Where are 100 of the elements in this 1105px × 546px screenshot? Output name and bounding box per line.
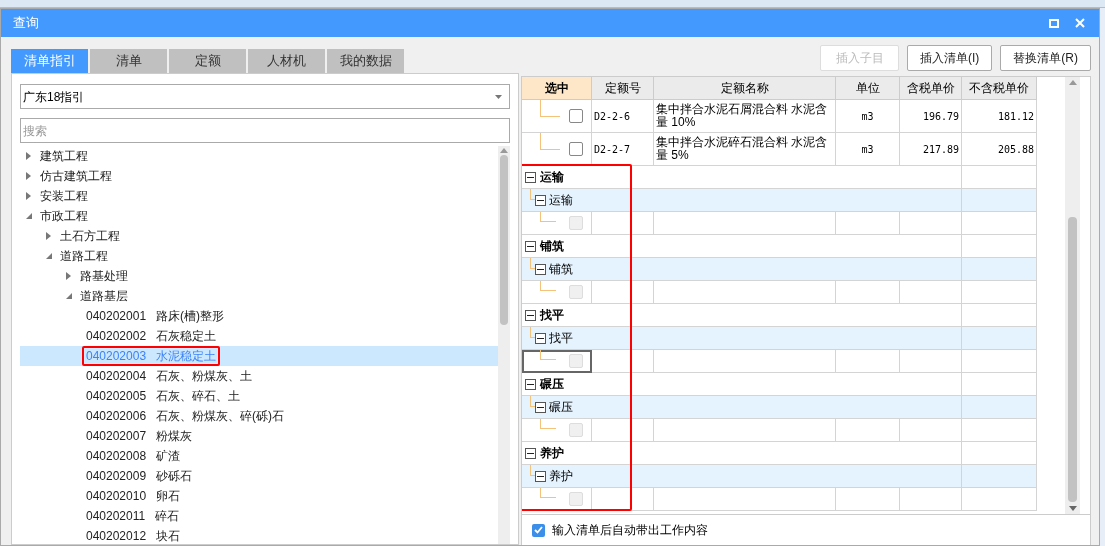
item-name: 石灰、粉煤灰、碎(砾)石 <box>156 408 285 425</box>
tree-item[interactable]: 安装工程 <box>20 186 498 206</box>
tree-label: 市政工程 <box>40 208 88 225</box>
table-cell[interactable] <box>522 281 592 304</box>
column-header[interactable]: 单位 <box>836 77 900 100</box>
disabled-checkbox <box>569 354 583 368</box>
table-cell: 集中拌合水泥碎石混合料 水泥含量 5% <box>654 133 836 166</box>
collapse-icon[interactable] <box>535 263 546 275</box>
item-name: 碎石 <box>155 508 180 525</box>
item-code: 040202009 <box>86 468 147 485</box>
tree-item[interactable]: 040202007 粉煤灰 <box>20 426 498 446</box>
tree-item[interactable]: 040202004 石灰、粉煤灰、土 <box>20 366 498 386</box>
column-header[interactable]: 定额号 <box>592 77 654 100</box>
tree-item[interactable]: 040202005 石灰、碎石、土 <box>20 386 498 406</box>
disabled-checkbox <box>569 216 583 230</box>
group-label: 找平 <box>540 307 564 324</box>
column-header[interactable]: 选中 <box>522 77 592 100</box>
table-cell: 181.12 <box>962 100 1037 133</box>
scroll-up-icon[interactable] <box>1068 80 1077 85</box>
tab[interactable]: 定额 <box>169 49 246 73</box>
table-cell[interactable] <box>522 212 592 235</box>
subgroup-label: 养护 <box>549 468 573 485</box>
scroll-up-icon[interactable] <box>500 148 508 153</box>
scroll-down-icon[interactable] <box>1068 506 1077 511</box>
table-cell: m3 <box>836 100 900 133</box>
tree-label: 安装工程 <box>40 188 88 205</box>
maximize-icon[interactable] <box>1049 18 1059 28</box>
collapse-icon[interactable] <box>535 470 546 482</box>
tree-item[interactable]: 040202008 矿渣 <box>20 446 498 466</box>
tree-item[interactable]: 040202010 卵石 <box>20 486 498 506</box>
tree-item[interactable]: 市政工程 <box>20 206 498 226</box>
item-code: 040202007 <box>86 428 147 445</box>
table-cell[interactable] <box>522 419 592 442</box>
group-label: 碾压 <box>540 376 564 393</box>
checkbox[interactable] <box>532 523 545 537</box>
table-cell: 196.79 <box>900 100 962 133</box>
search-field[interactable]: 搜索 <box>20 118 510 143</box>
checkbox[interactable] <box>569 109 583 123</box>
collapse-icon[interactable] <box>525 171 536 183</box>
item-name: 粉煤灰 <box>156 428 193 445</box>
tree-label: 仿古建筑工程 <box>40 168 112 185</box>
tree-label: 土石方工程 <box>60 228 120 245</box>
checkbox[interactable] <box>569 142 583 156</box>
item-code: 040202003 <box>86 348 147 365</box>
tab[interactable]: 清单 <box>90 49 167 73</box>
tree-item[interactable]: 040202011 碎石 <box>20 506 498 526</box>
tree-item[interactable]: 040202009 砂砾石 <box>20 466 498 486</box>
item-code: 040202012 <box>86 528 147 544</box>
tab[interactable]: 我的数据 <box>327 49 404 73</box>
close-icon[interactable] <box>1075 18 1085 28</box>
subgroup-label: 铺筑 <box>549 261 573 278</box>
dropdown-value: 广东18指引 <box>23 88 86 106</box>
item-name: 水泥稳定土 <box>156 348 217 365</box>
scrollbar[interactable] <box>1065 77 1080 514</box>
collapse-icon[interactable] <box>535 194 546 206</box>
collapse-icon[interactable] <box>535 401 546 413</box>
group-label: 铺筑 <box>540 238 564 255</box>
item-name: 路床(槽)整形 <box>156 308 225 325</box>
item-code: 040202005 <box>86 388 147 405</box>
table-cell: m3 <box>836 133 900 166</box>
guide-dropdown[interactable]: 广东18指引 <box>20 84 510 109</box>
tab[interactable]: 人材机 <box>248 49 325 73</box>
tree-item[interactable]: 040202006 石灰、粉煤灰、碎(砾)石 <box>20 406 498 426</box>
tree-item[interactable]: 040202002 石灰稳定土 <box>20 326 498 346</box>
tree-item[interactable]: 道路工程 <box>20 246 498 266</box>
item-code: 040202010 <box>86 488 147 505</box>
table-cell[interactable] <box>522 350 592 373</box>
item-name: 石灰、碎石、土 <box>156 388 241 405</box>
table-cell: 205.88 <box>962 133 1037 166</box>
tree-label: 路基处理 <box>80 268 128 285</box>
group-label: 运输 <box>540 169 564 186</box>
caret-icon <box>495 94 502 99</box>
column-header[interactable]: 含税单价 <box>900 77 962 100</box>
collapse-icon[interactable] <box>525 378 536 390</box>
scrollbar[interactable] <box>498 146 510 544</box>
tree-item[interactable]: 土石方工程 <box>20 226 498 246</box>
item-code: 040202001 <box>86 308 147 325</box>
collapse-icon[interactable] <box>525 309 536 321</box>
tree-item[interactable]: 040202012 块石 <box>20 526 498 544</box>
tree-item[interactable]: 仿古建筑工程 <box>20 166 498 186</box>
toolbar-button[interactable]: 替换清单(R) <box>1000 45 1091 71</box>
collapse-icon[interactable] <box>525 240 536 252</box>
toolbar-button[interactable]: 插入清单(I) <box>907 45 993 71</box>
table-cell: D2-2-6 <box>592 100 654 133</box>
tree-label: 道路基层 <box>80 288 128 305</box>
column-header[interactable]: 定额名称 <box>654 77 836 100</box>
disabled-checkbox <box>569 285 583 299</box>
tree-item[interactable]: 040202001 路床(槽)整形 <box>20 306 498 326</box>
collapse-icon[interactable] <box>525 447 536 459</box>
tree-label: 建筑工程 <box>40 148 88 165</box>
tree-connector <box>540 133 560 150</box>
disabled-checkbox <box>569 423 583 437</box>
tree-item[interactable]: 建筑工程 <box>20 146 498 166</box>
disabled-checkbox <box>569 492 583 506</box>
collapse-icon[interactable] <box>535 332 546 344</box>
item-code: 040202002 <box>86 328 147 345</box>
tree-item[interactable]: 路基处理 <box>20 266 498 286</box>
column-header[interactable]: 不含税单价 <box>962 77 1037 100</box>
tree-item[interactable]: 道路基层 <box>20 286 498 306</box>
item-name: 块石 <box>156 528 181 544</box>
